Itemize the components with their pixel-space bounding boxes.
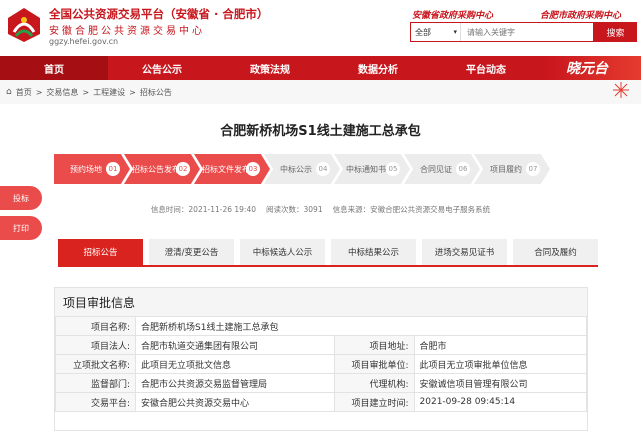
field-label: 项目建立时间: xyxy=(333,392,415,412)
step-number: 05 xyxy=(386,162,400,176)
table-row: 项目法人: 合肥市轨道交通集团有限公司 项目地址: 合肥市 xyxy=(55,335,588,355)
table-row: 交易平台: 安徽合肥公共资源交易中心 项目建立时间: 2021-09-28 09… xyxy=(55,392,588,412)
info-meta: 信息时间：2021-11-26 19:40 阅读次数：3091 信息来源：安徽合… xyxy=(0,204,641,215)
site-subtitle: 安徽合肥公共资源交易中心 xyxy=(49,26,205,37)
breadcrumb: ⌂ 首页 > 交易信息 > 工程建设 > 招标公告 xyxy=(0,80,641,104)
bid-button[interactable]: 投标 xyxy=(0,186,42,210)
field-value: 合肥市 xyxy=(413,335,588,355)
step-item[interactable]: 中标公示 04 xyxy=(264,154,340,184)
page: 全国公共资源交易平台（安徽省 · 合肥市） 安徽合肥公共资源交易中心 ggzy.… xyxy=(0,0,641,431)
section-title: 项目审批信息 xyxy=(55,288,587,316)
field-value: 2021-09-28 09:45:14 xyxy=(413,392,588,412)
search-box: 全部 ▾ xyxy=(410,22,594,42)
search-scope-label: 全部 xyxy=(415,27,431,37)
approval-info-section: 项目审批信息 项目名称: 合肥新桥机场S1线土建施工总承包 项目法人: 合肥市轨… xyxy=(54,287,588,431)
tab-certificate[interactable]: 进场交易见证书 xyxy=(422,239,507,265)
field-value: 合肥市轨道交通集团有限公司 xyxy=(135,335,335,355)
home-icon: ⌂ xyxy=(6,87,12,97)
chevron-down-icon: ▾ xyxy=(453,28,457,36)
step-number: 02 xyxy=(176,162,190,176)
field-label: 项目法人: xyxy=(55,335,136,355)
step-number: 07 xyxy=(526,162,540,176)
views-value: 3091 xyxy=(303,205,323,214)
search-scope-select[interactable]: 全部 ▾ xyxy=(411,23,461,41)
breadcrumb-current: 招标公告 xyxy=(139,87,172,97)
tab-clarification[interactable]: 澄清/变更公告 xyxy=(149,239,234,265)
table-row: 项目名称: 合肥新桥机场S1线土建施工总承包 xyxy=(55,316,587,336)
search-input[interactable] xyxy=(461,23,593,41)
step-label: 项目履约 xyxy=(490,164,522,174)
site-header: 全国公共资源交易平台（安徽省 · 合肥市） 安徽合肥公共资源交易中心 ggzy.… xyxy=(0,0,641,56)
step-item[interactable]: 中标通知书 05 xyxy=(334,154,410,184)
tab-tender-notice[interactable]: 招标公告 xyxy=(58,239,143,265)
field-label: 监督部门: xyxy=(55,373,136,393)
table-row: 立项批文名称: 此项目无立项批文信息 项目审批单位: 此项目无立项审批单位信息 xyxy=(55,354,588,374)
views-label: 阅读次数： xyxy=(266,205,304,214)
step-number: 06 xyxy=(456,162,470,176)
main-nav: 首页 公告公示 政策法规 数据分析 平台动态 晓元台 xyxy=(0,56,641,80)
field-value: 此项目无立项批文信息 xyxy=(135,354,335,374)
step-label: 中标通知书 xyxy=(346,164,386,174)
nav-announcements[interactable]: 公告公示 xyxy=(108,56,216,80)
field-value: 此项目无立项审批单位信息 xyxy=(413,354,588,374)
step-item[interactable]: 招标公告发布 02 xyxy=(124,154,200,184)
step-item[interactable]: 合同见证 06 xyxy=(404,154,480,184)
tab-bar: 招标公告 澄清/变更公告 中标候选人公示 中标结果公示 进场交易见证书 合同及履… xyxy=(58,239,598,265)
table-row: 监督部门: 合肥市公共资源交易监督管理局 代理机构: 安徽诚信项目管理有限公司 xyxy=(55,373,588,393)
step-item[interactable]: 项目履约 07 xyxy=(474,154,550,184)
breadcrumb-engineering[interactable]: 工程建设 xyxy=(93,87,125,98)
time-label: 信息时间： xyxy=(150,205,189,214)
step-label: 合同见证 xyxy=(420,164,452,174)
field-value: 合肥新桥机场S1线土建施工总承包 xyxy=(135,316,587,336)
search-button[interactable]: 搜索 xyxy=(594,22,637,42)
site-url: ggzy.hefei.gov.cn xyxy=(49,37,119,46)
field-value: 安徽合肥公共资源交易中心 xyxy=(135,392,335,412)
step-label: 预约场地 xyxy=(70,164,102,174)
tab-contract[interactable]: 合同及履约 xyxy=(513,239,598,265)
tab-results[interactable]: 中标结果公示 xyxy=(331,239,416,265)
tab-candidates[interactable]: 中标候选人公示 xyxy=(240,239,325,265)
slogan-right[interactable]: 合肥市政府采购中心 xyxy=(540,8,621,21)
field-label: 项目地址: xyxy=(333,335,415,355)
emblem-icon[interactable] xyxy=(6,6,42,44)
progress-steps: 预约场地 01 招标公告发布 02 招标文件发布 03 中标公示 04 中标通知书 05 … xyxy=(54,154,586,184)
step-label: 招标公告发布 xyxy=(132,164,180,174)
tab-underline xyxy=(58,265,598,267)
nav-home[interactable]: 首页 xyxy=(0,56,108,80)
breadcrumb-trade-info[interactable]: 交易信息 xyxy=(46,87,78,98)
source-label: 信息来源： xyxy=(332,205,371,214)
step-item[interactable]: 预约场地 01 xyxy=(54,154,130,184)
nav-data-analysis[interactable]: 数据分析 xyxy=(324,56,432,80)
site-title: 全国公共资源交易平台（安徽省 · 合肥市） xyxy=(49,7,269,21)
source-value: 安徽合肥公共资源交易电子服务系统 xyxy=(370,205,491,214)
slogan-left[interactable]: 安徽省政府采购中心 xyxy=(412,8,493,21)
step-number: 03 xyxy=(246,162,260,176)
approval-info-table: 项目名称: 合肥新桥机场S1线土建施工总承包 项目法人: 合肥市轨道交通集团有限… xyxy=(55,316,588,412)
field-value: 安徽诚信项目管理有限公司 xyxy=(413,373,588,393)
breadcrumb-home[interactable]: 首页 xyxy=(16,87,32,98)
field-value: 合肥市公共资源交易监督管理局 xyxy=(135,373,335,393)
step-number: 04 xyxy=(316,162,330,176)
nav-banner[interactable]: 晓元台 xyxy=(546,56,641,80)
time-value: 2021-11-26 19:40 xyxy=(188,205,256,214)
step-number: 01 xyxy=(106,162,120,176)
step-label: 招标文件发布 xyxy=(202,164,250,174)
field-label: 立项批文名称: xyxy=(55,354,136,374)
main-content: 合肥新桥机场S1线土建施工总承包 预约场地 01 招标公告发布 02 招标文件发布 0… xyxy=(0,104,641,431)
print-button[interactable]: 打印 xyxy=(0,216,42,240)
field-label: 项目审批单位: xyxy=(333,354,415,374)
field-label: 交易平台: xyxy=(55,392,136,412)
nav-policies[interactable]: 政策法规 xyxy=(216,56,324,80)
field-label: 项目名称: xyxy=(55,316,136,336)
nav-platform-news[interactable]: 平台动态 xyxy=(432,56,540,80)
step-item[interactable]: 招标文件发布 03 xyxy=(194,154,270,184)
step-label: 中标公示 xyxy=(280,164,312,174)
page-title: 合肥新桥机场S1线土建施工总承包 xyxy=(220,124,421,139)
field-label: 代理机构: xyxy=(333,373,415,393)
